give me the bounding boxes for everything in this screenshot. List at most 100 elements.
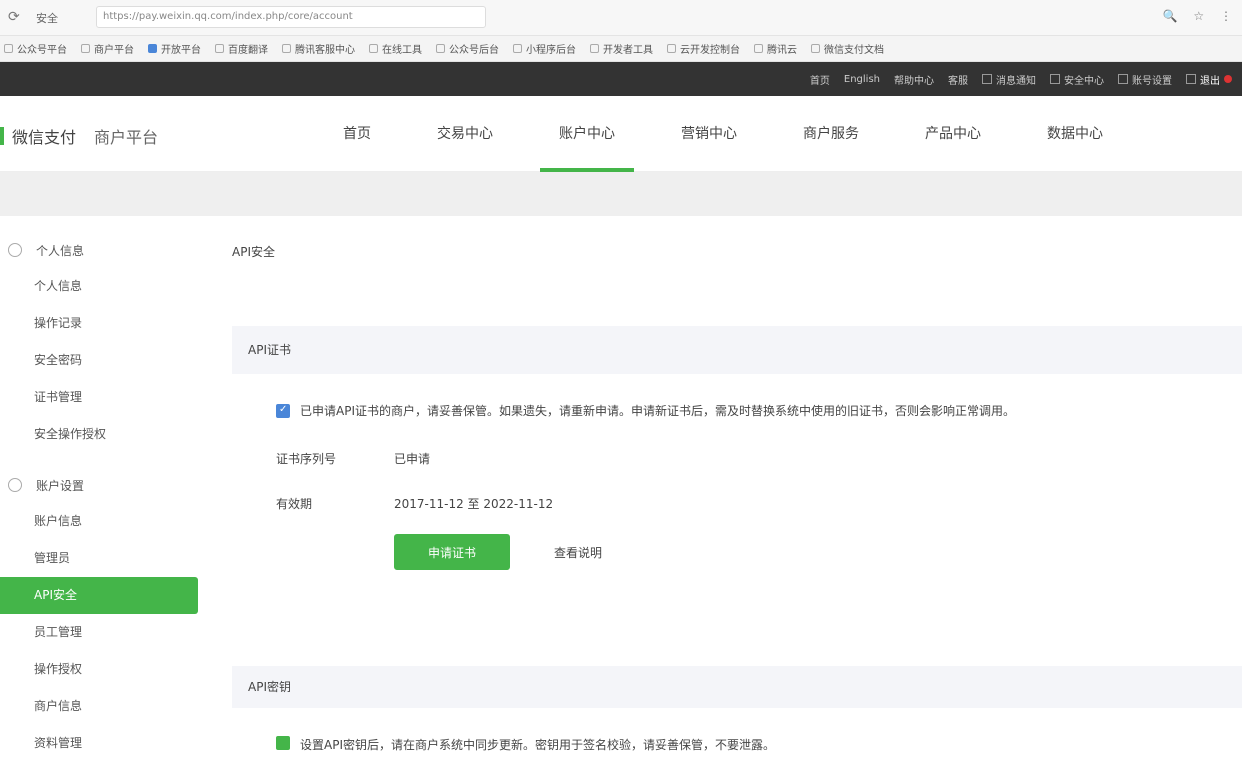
browser-address-bar: ⟳ 安全 https://pay.weixin.qq.com/index.php… (0, 0, 1242, 36)
bookmark-label: 腾讯客服中心 (295, 45, 355, 56)
sidebar-item[interactable]: 安全密码 (0, 342, 200, 379)
bookmarks-bar: 公众号平台 商户平台 开放平台 百度翻译 腾讯客服中心 在线工具 公众号后台 小程序后台 开发者… (0, 36, 1242, 62)
topbar-icon (1186, 74, 1196, 84)
cert-notice: 已申请API证书的商户，请妥善保管。如果遗失，请重新申请。申请新证书后，需及时替… (232, 400, 1242, 422)
bookmark-item[interactable]: 小程序后台 (513, 41, 576, 56)
topbar-link[interactable]: English (844, 74, 880, 85)
sidebar-item[interactable]: 管理员 (0, 540, 200, 577)
url-field[interactable]: https://pay.weixin.qq.com/index.php/core… (96, 6, 486, 28)
cert-actions: 申请证书 查看说明 (232, 534, 1242, 570)
bookmark-label: 百度翻译 (228, 45, 268, 56)
notification-dot-icon (1224, 75, 1232, 83)
checkbox-icon[interactable] (276, 404, 290, 418)
bookmark-item[interactable]: 腾讯云 (754, 41, 797, 56)
sidebar-group-personal[interactable]: 个人信息 (0, 232, 200, 268)
sidebar-item[interactable]: 账户信息 (0, 503, 200, 540)
bookmark-icon (811, 44, 820, 53)
sidebar-item[interactable]: 个人信息 (0, 268, 200, 305)
cert-serial-row: 证书序列号 已申请 (232, 450, 1242, 467)
bookmark-icon (590, 44, 599, 53)
user-icon (8, 243, 22, 257)
cert-notice-text: 已申请API证书的商户，请妥善保管。如果遗失，请重新申请。申请新证书后，需及时替… (300, 404, 1015, 418)
topbar-icon (982, 74, 992, 84)
bookmark-item[interactable]: 腾讯客服中心 (282, 41, 355, 56)
bookmark-label: 在线工具 (382, 45, 422, 56)
bookmark-item[interactable]: 微信支付文档 (811, 41, 884, 56)
field-label: 证书序列号 (276, 452, 337, 466)
field-value: 已申请 (394, 452, 431, 466)
star-icon[interactable]: ☆ (1193, 9, 1204, 23)
settings-icon (8, 478, 22, 492)
sidebar-item[interactable]: 员工管理 (0, 614, 200, 651)
main-content: API安全 API证书 已申请API证书的商户，请妥善保管。如果遗失，请重新申请… (232, 232, 1242, 753)
bookmark-icon (282, 44, 291, 53)
bookmark-label: 开发者工具 (603, 45, 653, 56)
checkbox-icon[interactable] (276, 736, 290, 750)
sidebar-group-account[interactable]: 账户设置 (0, 467, 200, 503)
sidebar: 个人信息 个人信息 操作记录 安全密码 证书管理 安全操作授权 账户设置 账户信息 管理员… (0, 232, 200, 762)
section-title-api-cert: API证书 (232, 326, 1242, 374)
reload-icon[interactable]: ⟳ (8, 9, 20, 25)
topbar-link[interactable]: 首页 (810, 72, 830, 87)
nav-tab[interactable]: 首页 (310, 96, 404, 172)
bookmark-icon (81, 44, 90, 53)
bookmark-item[interactable]: 在线工具 (369, 41, 422, 56)
topbar-link[interactable]: 帮助中心 (894, 72, 934, 87)
nav-tab[interactable]: 产品中心 (892, 96, 1014, 172)
bookmark-label: 云开发控制台 (680, 45, 740, 56)
bookmark-item[interactable]: 开放平台 (148, 41, 201, 56)
bookmark-label: 微信支付文档 (824, 45, 884, 56)
bookmark-item[interactable]: 开发者工具 (590, 41, 653, 56)
topbar-link-label: 消息通知 (996, 75, 1036, 87)
key-notice: 设置API密钥后，请在商户系统中同步更新。密钥用于签名校验，请妥善保管，不要泄露… (232, 736, 1242, 753)
nav-tab[interactable]: 商户服务 (770, 96, 892, 172)
bookmark-item[interactable]: 百度翻译 (215, 41, 268, 56)
sidebar-item[interactable]: 商户信息 (0, 688, 200, 725)
main-nav: 首页 交易中心 账户中心 营销中心 商户服务 产品中心 数据中心 (310, 96, 1136, 172)
sidebar-item[interactable]: 操作记录 (0, 305, 200, 342)
sidebar-group-label: 账户设置 (36, 478, 85, 493)
topbar-link-label: 退出 (1200, 75, 1220, 87)
sidebar-group-label: 个人信息 (36, 243, 85, 258)
top-utility-bar: 首页 English 帮助中心 客服 消息通知 安全中心 账号设置 退出 (0, 62, 1242, 96)
brand[interactable]: 微信支付 商户平台 (0, 124, 158, 148)
sidebar-item[interactable]: 证书管理 (0, 379, 200, 416)
search-icon[interactable]: 🔍 (1163, 9, 1178, 23)
sidebar-item[interactable]: API安全 (0, 577, 198, 614)
apply-cert-button[interactable]: 申请证书 (394, 534, 510, 570)
topbar-link[interactable]: 客服 (948, 72, 968, 87)
sidebar-item[interactable]: 操作授权 (0, 651, 200, 688)
browser-actions: 🔍 ☆ ⋮ (1151, 9, 1232, 23)
topbar-link-label: 首页 (809, 75, 830, 87)
bookmark-item[interactable]: 公众号平台 (4, 41, 67, 56)
bookmark-icon (369, 44, 378, 53)
bookmark-item[interactable]: 商户平台 (81, 41, 134, 56)
brand-secondary: 商户平台 (94, 128, 159, 147)
bookmark-label: 小程序后台 (526, 45, 576, 56)
bookmark-label: 公众号后台 (449, 45, 499, 56)
bookmark-item[interactable]: 云开发控制台 (667, 41, 740, 56)
field-value: 2017-11-12 至 2022-11-12 (394, 497, 554, 511)
breadcrumb: API安全 (232, 245, 275, 259)
sidebar-item[interactable]: 资料管理 (0, 725, 200, 762)
field-label: 有效期 (276, 497, 313, 511)
sidebar-item[interactable]: 安全操作授权 (0, 416, 200, 453)
view-instructions-link[interactable]: 查看说明 (554, 544, 602, 561)
nav-tab[interactable]: 数据中心 (1014, 96, 1136, 172)
nav-tab[interactable]: 账户中心 (526, 96, 648, 172)
cert-validity-row: 有效期 2017-11-12 至 2022-11-12 (232, 495, 1242, 512)
site-header: 微信支付 商户平台 首页 交易中心 账户中心 营销中心 商户服务 产品中心 数据中心 (0, 96, 1242, 172)
nav-tab[interactable]: 交易中心 (404, 96, 526, 172)
bookmark-icon (754, 44, 763, 53)
menu-icon[interactable]: ⋮ (1220, 9, 1232, 23)
topbar-link-label: 客服 (948, 75, 968, 87)
topbar-link[interactable]: 安全中心 (1050, 72, 1104, 87)
bookmark-item[interactable]: 公众号后台 (436, 41, 499, 56)
topbar-link[interactable]: 消息通知 (982, 72, 1036, 87)
bookmark-icon (148, 44, 157, 53)
nav-tab[interactable]: 营销中心 (648, 96, 770, 172)
section-title-api-key: API密钥 (232, 666, 1242, 708)
topbar-link[interactable]: 账号设置 (1118, 72, 1172, 87)
topbar-icon (1118, 74, 1128, 84)
topbar-link[interactable]: 退出 (1186, 72, 1232, 87)
